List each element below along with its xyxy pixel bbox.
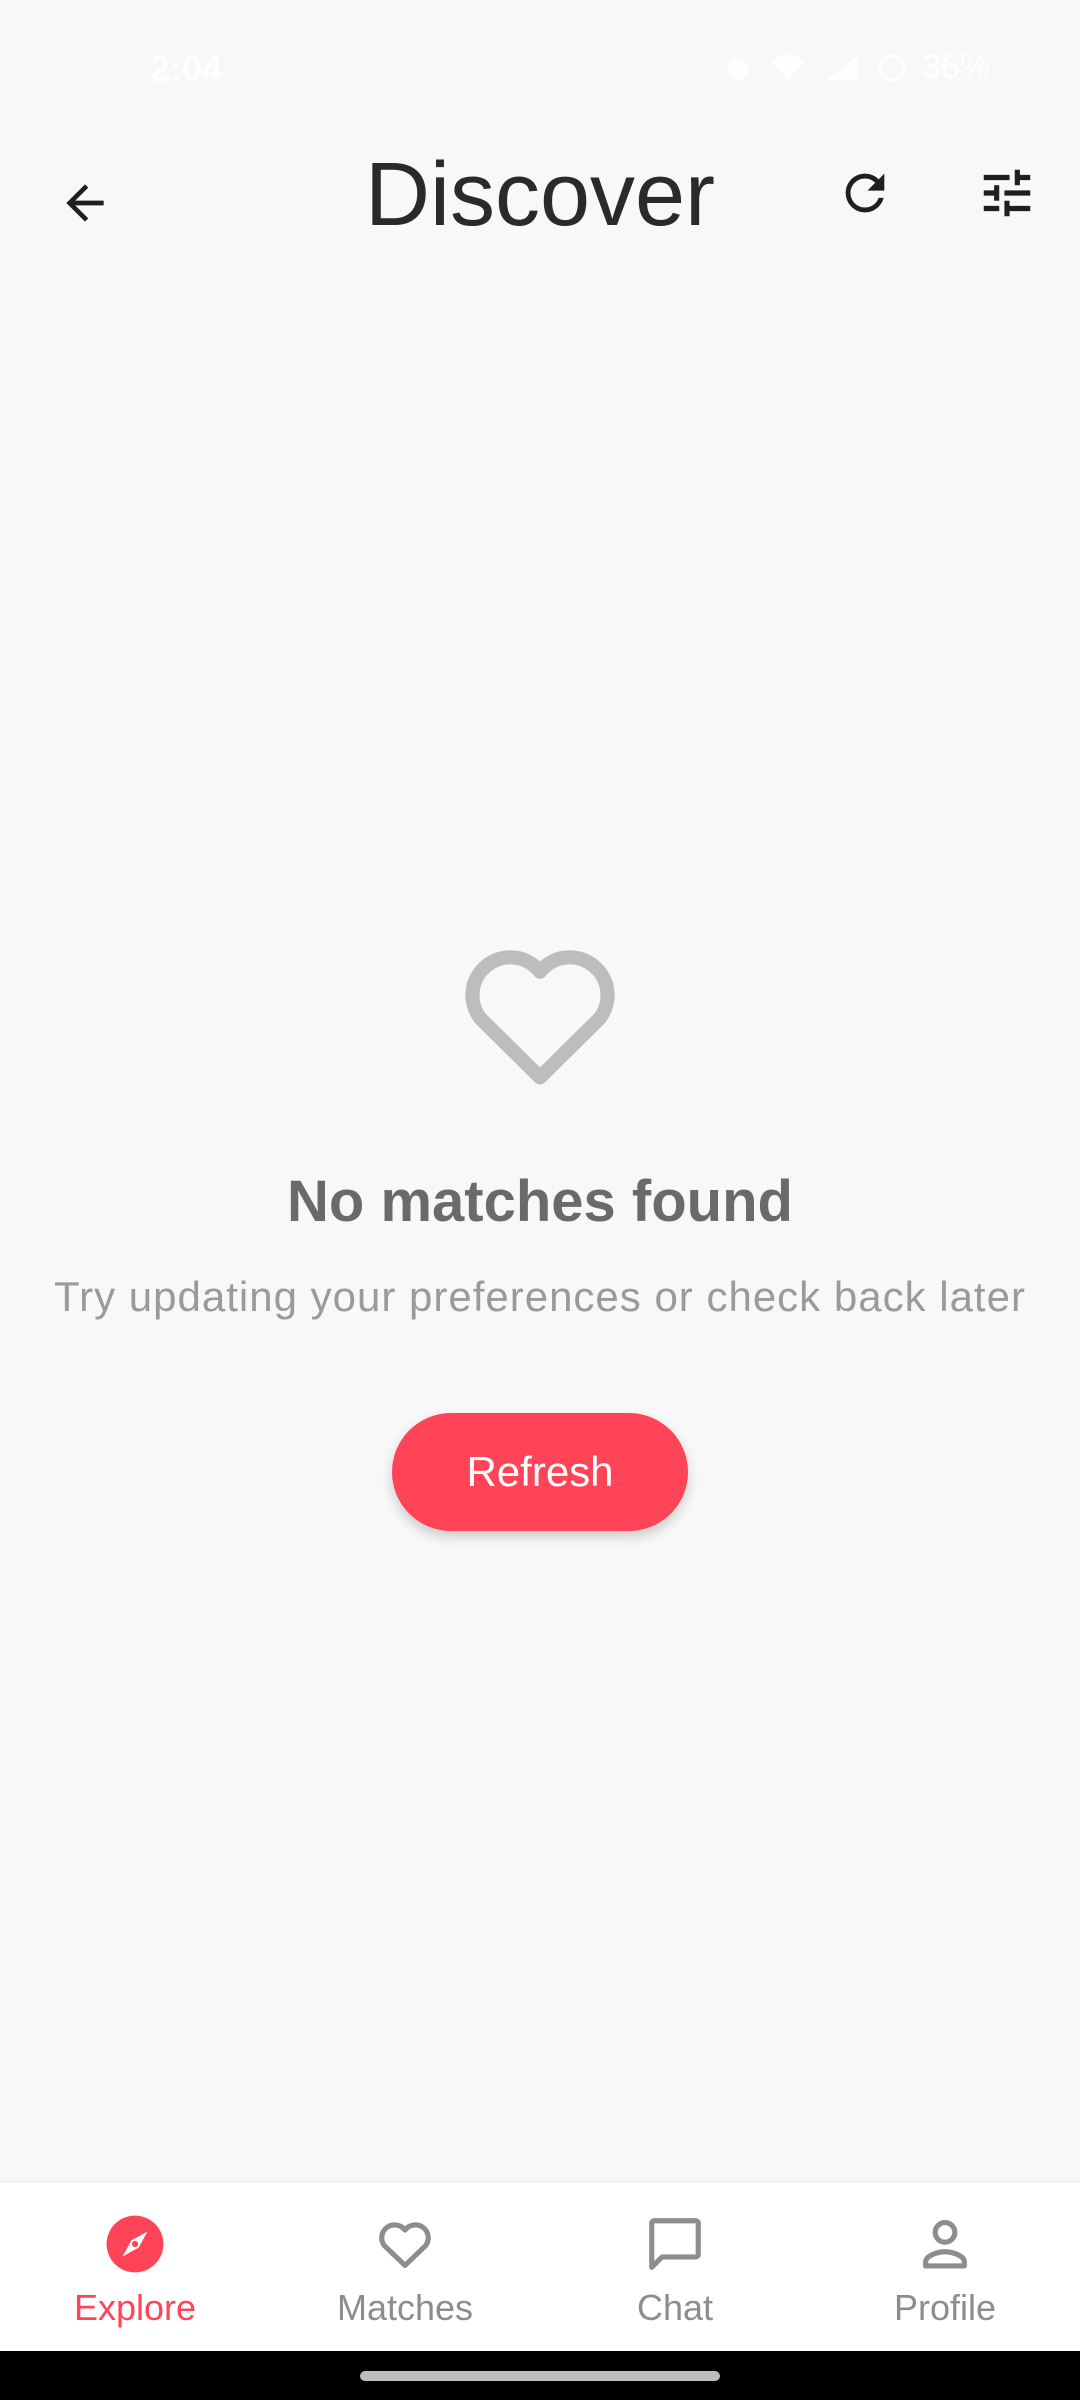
heart-icon — [372, 2211, 438, 2277]
home-gesture-bar[interactable] — [360, 2371, 720, 2381]
refresh-icon-button[interactable] — [820, 150, 910, 240]
refresh-button[interactable]: Refresh — [392, 1413, 688, 1531]
nav-label-profile: Profile — [893, 2287, 997, 2328]
arrow-back-icon — [57, 175, 113, 236]
nav-item-explore[interactable]: Explore — [0, 2183, 270, 2351]
status-bar: 2:04 36% — [0, 0, 1080, 140]
person-icon — [912, 2211, 978, 2277]
status-time: 2:04 — [150, 48, 223, 89]
status-icons: 36% — [722, 48, 990, 87]
signal-icon — [822, 52, 862, 84]
empty-state-title: No matches found — [287, 1169, 793, 1234]
bottom-nav: Explore Matches Chat Profile — [0, 2183, 1080, 2351]
nav-label-matches: Matches — [336, 2287, 474, 2328]
wifi-icon — [768, 52, 808, 84]
nav-item-matches[interactable]: Matches — [270, 2183, 540, 2351]
nav-label-explore: Explore — [73, 2287, 197, 2328]
chat-bubble-icon — [642, 2211, 708, 2277]
tune-sliders-icon — [976, 162, 1038, 229]
compass-icon — [102, 2211, 168, 2277]
battery-icon — [876, 52, 908, 84]
filter-button[interactable] — [962, 150, 1052, 240]
empty-state-subtitle: Try updating your preferences or check b… — [54, 1273, 1026, 1320]
nav-item-chat[interactable]: Chat — [540, 2183, 810, 2351]
nav-label-chat: Chat — [636, 2287, 714, 2328]
refresh-icon — [836, 164, 894, 227]
empty-state: No matches found Try updating your prefe… — [0, 930, 1080, 1531]
gesture-area — [0, 2351, 1080, 2400]
heart-outline-icon — [455, 930, 625, 1090]
back-button[interactable] — [40, 160, 130, 250]
page-title: Discover — [364, 145, 716, 245]
nav-item-profile[interactable]: Profile — [810, 2183, 1080, 2351]
battery-percent: 36% — [921, 48, 990, 86]
alarm-icon — [722, 52, 754, 84]
app-bar: Discover — [0, 140, 1080, 250]
